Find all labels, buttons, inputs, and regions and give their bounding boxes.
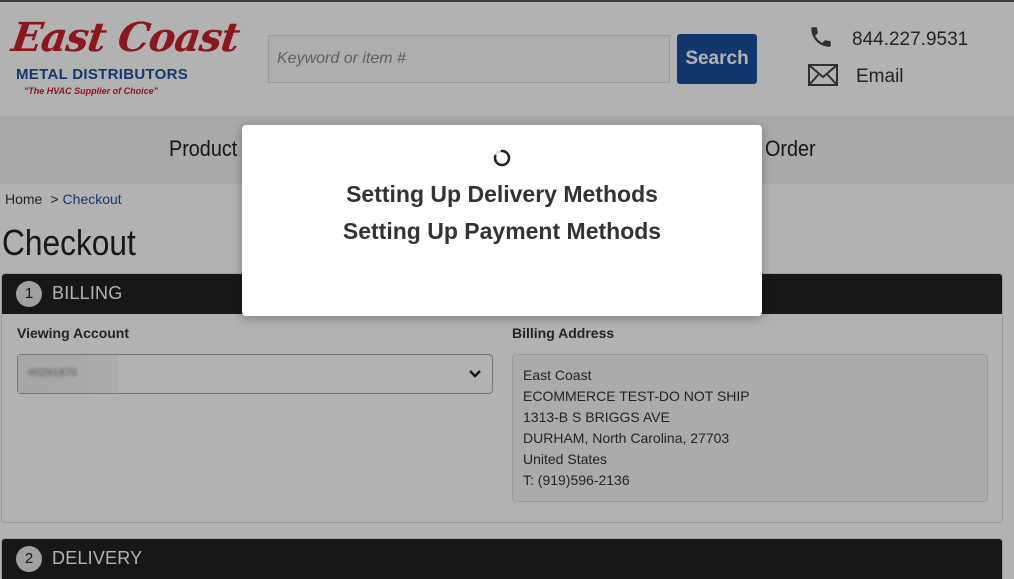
modal-status-delivery: Setting Up Delivery Methods: [346, 181, 658, 207]
modal-status-payment: Setting Up Payment Methods: [342, 218, 662, 244]
loading-spinner-icon: [493, 149, 511, 167]
loading-modal: Setting Up Delivery Methods Setting Up P…: [242, 125, 762, 316]
